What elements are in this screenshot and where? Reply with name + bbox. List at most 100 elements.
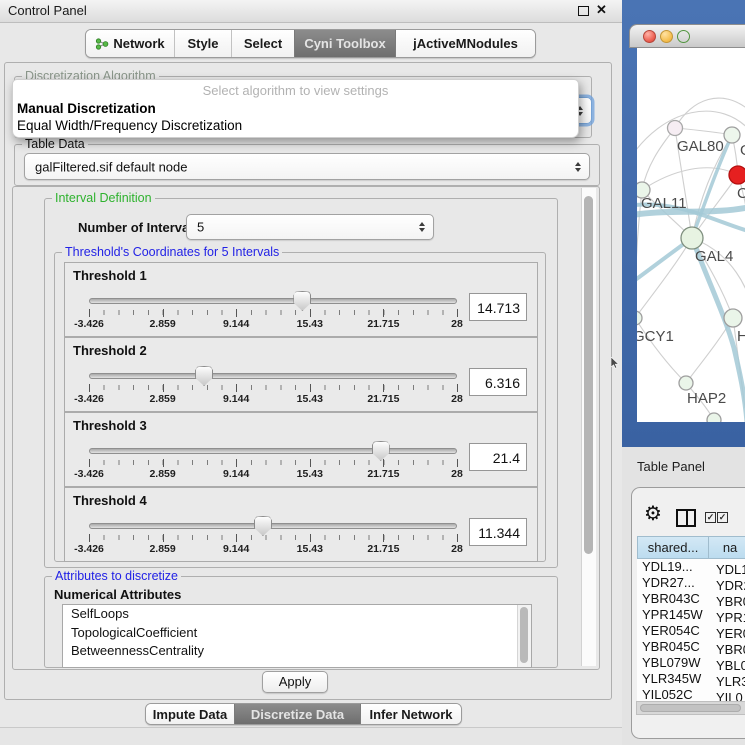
tab-select[interactable]: Select (231, 30, 294, 57)
gear-icon[interactable]: ⚙ (644, 503, 662, 525)
threshold-value-field[interactable]: 6.316 (469, 368, 527, 396)
slider-track[interactable] (89, 298, 457, 304)
minimize-traffic-light-icon[interactable] (660, 30, 673, 43)
table-row[interactable]: YBL079WYBL0 (637, 655, 745, 671)
slider-thumb[interactable] (293, 291, 311, 311)
cell-shared-name[interactable]: YBR045C (637, 639, 711, 654)
threshold-slider[interactable] (89, 515, 457, 535)
tab-jactivemnodules[interactable]: jActiveMNodules (395, 30, 535, 57)
table-row[interactable]: YPR145WYPR1 (637, 607, 745, 623)
table-horizontal-scrollbar[interactable] (636, 701, 745, 715)
network-window-titlebar[interactable] (629, 24, 745, 48)
combo-arrows-icon (419, 222, 425, 232)
attribute-list-item[interactable]: TopologicalCoefficient (63, 624, 531, 643)
column-header-shared-name[interactable]: shared... (637, 536, 709, 559)
popup-item[interactable]: Manual Discretization (13, 100, 578, 117)
scrollbar-thumb[interactable] (584, 196, 593, 554)
slider-thumb[interactable] (372, 441, 390, 461)
tick-label: 15.43 (297, 543, 323, 555)
tick-label: 15.43 (297, 393, 323, 405)
network-edge[interactable] (637, 238, 692, 318)
threshold-value-field[interactable]: 11.344 (469, 518, 527, 546)
network-node[interactable] (707, 413, 721, 422)
close-icon[interactable]: ✕ (596, 2, 607, 18)
network-edge[interactable] (692, 175, 738, 238)
tab-style[interactable]: Style (174, 30, 231, 57)
network-node[interactable] (668, 121, 683, 136)
slider-major-tick (383, 534, 384, 542)
tick-label: 9.144 (223, 468, 249, 480)
table-row[interactable]: YIL052CYIL0 (637, 687, 745, 701)
threshold-slider[interactable] (89, 365, 457, 385)
intervals-combo-value: 5 (197, 220, 204, 235)
algorithm-dropdown-popup: Select algorithm to view settings Manual… (12, 79, 579, 138)
attribute-list-item[interactable]: SelfLoops (63, 605, 531, 624)
settings-vertical-scrollbar[interactable] (581, 188, 596, 666)
network-node[interactable] (724, 127, 740, 143)
table-row[interactable]: YBR043CYBR0 (637, 591, 745, 607)
slider-track[interactable] (89, 448, 457, 454)
tab-network[interactable]: Network (86, 30, 174, 57)
network-node[interactable] (729, 166, 745, 184)
threshold-slider[interactable] (89, 440, 457, 460)
tab-cyni-toolbox[interactable]: Cyni Toolbox (294, 30, 395, 57)
threshold-slider[interactable] (89, 290, 457, 310)
tick-label: 9.144 (223, 543, 249, 555)
attributes-scrollbar[interactable] (517, 605, 531, 667)
zoom-traffic-light-icon[interactable] (677, 30, 690, 43)
network-node[interactable] (681, 227, 703, 249)
cell-shared-name[interactable]: YER054C (637, 623, 711, 638)
float-window-icon[interactable] (578, 6, 589, 16)
table-row[interactable]: YBR045CYBR0 (637, 639, 745, 655)
network-edge[interactable] (675, 98, 745, 128)
table-row[interactable]: YDL19...YDL1 (637, 559, 745, 575)
popup-placeholder-item[interactable]: Select algorithm to view settings (13, 80, 578, 100)
threshold-value-field[interactable]: 14.713 (469, 293, 527, 321)
cell-shared-name[interactable]: YIL052C (637, 687, 711, 701)
slider-track[interactable] (89, 523, 457, 529)
cell-shared-name[interactable]: YDL19... (637, 559, 711, 574)
apply-button[interactable]: Apply (262, 671, 328, 693)
tab-discretize-data[interactable]: Discretize Data (234, 704, 360, 724)
tab-label: Infer Network (369, 707, 452, 722)
table-row[interactable]: YLR345WYLR3 (637, 671, 745, 687)
checkbox-icon[interactable]: ✓ (717, 512, 728, 523)
numerical-attributes-list[interactable]: SelfLoopsTopologicalCoefficientBetweenne… (62, 604, 532, 668)
slider-major-tick (457, 459, 458, 467)
cell-shared-name[interactable]: YBR043C (637, 591, 711, 606)
tick-label: -3.426 (74, 543, 104, 555)
scrollbar-thumb[interactable] (640, 704, 741, 712)
close-traffic-light-icon[interactable] (643, 30, 656, 43)
network-node[interactable] (637, 311, 642, 325)
network-node[interactable] (724, 309, 742, 327)
tab-impute-data[interactable]: Impute Data (146, 704, 234, 724)
network-node[interactable] (679, 376, 693, 390)
table-row[interactable]: YDR27...YDR2 (637, 575, 745, 591)
tick-label: 9.144 (223, 318, 249, 330)
threshold-value-field[interactable]: 21.4 (469, 443, 527, 471)
slider-major-tick (383, 384, 384, 392)
column-header-name[interactable]: na (709, 536, 745, 559)
network-node-label: GCY1 (637, 328, 674, 345)
network-view-canvas[interactable]: GAL80GACGAL11GAL4GCY1HHAP2 (637, 48, 745, 422)
network-edge[interactable] (642, 168, 738, 190)
slider-thumb[interactable] (195, 366, 213, 386)
attribute-list-item[interactable]: BetweennessCentrality (63, 642, 531, 661)
slider-track[interactable] (89, 373, 457, 379)
bottom-strip (0, 727, 622, 745)
slider-major-tick (236, 459, 237, 467)
table-data-combo[interactable]: galFiltered.sif default node (24, 153, 590, 180)
cell-shared-name[interactable]: YDR27... (637, 575, 711, 590)
cell-shared-name[interactable]: YLR345W (637, 671, 711, 686)
cell-shared-name[interactable]: YBL079W (637, 655, 711, 670)
cell-shared-name[interactable]: YPR145W (637, 607, 711, 622)
tab-infer-network[interactable]: Infer Network (360, 704, 461, 724)
cell-name[interactable]: YIL0 (711, 690, 743, 701)
checkbox-icon[interactable]: ✓ (705, 512, 716, 523)
scrollbar-thumb[interactable] (520, 607, 528, 663)
table-row[interactable]: YER054CYER0 (637, 623, 745, 639)
number-of-intervals-combo[interactable]: 5 (186, 214, 434, 240)
slider-thumb[interactable] (254, 516, 272, 536)
split-columns-icon[interactable] (676, 509, 696, 527)
popup-item[interactable]: Equal Width/Frequency Discretization (13, 117, 578, 134)
